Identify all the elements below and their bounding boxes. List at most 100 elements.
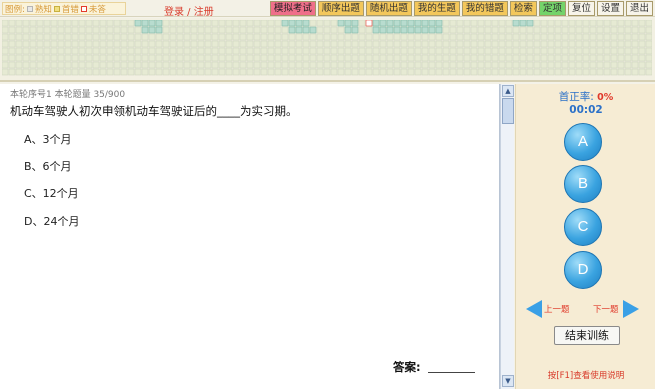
question-cell[interactable] (8, 40, 16, 48)
answer-b-button[interactable]: B (564, 165, 602, 203)
question-cell[interactable] (561, 68, 569, 76)
question-cell[interactable] (43, 61, 51, 69)
question-cell[interactable] (575, 54, 583, 62)
question-cell[interactable] (99, 54, 107, 62)
question-cell[interactable] (505, 40, 513, 48)
question-cell[interactable] (15, 26, 23, 34)
question-cell[interactable] (638, 61, 646, 69)
question-cell[interactable] (484, 61, 492, 69)
question-cell[interactable] (533, 54, 541, 62)
question-cell[interactable] (526, 33, 534, 41)
question-cell[interactable] (253, 40, 261, 48)
question-cell[interactable] (316, 68, 324, 76)
question-cell[interactable] (127, 20, 135, 27)
question-cell[interactable] (351, 68, 359, 76)
question-cell[interactable] (344, 40, 352, 48)
question-cell[interactable] (631, 26, 639, 34)
question-cell[interactable] (449, 26, 457, 34)
question-cell[interactable] (225, 20, 233, 27)
question-cell[interactable] (442, 40, 450, 48)
question-cell[interactable] (519, 54, 527, 62)
question-cell[interactable] (596, 54, 604, 62)
question-cell[interactable] (288, 61, 296, 69)
scroll-up-icon[interactable]: ▲ (502, 85, 514, 97)
question-cell[interactable] (421, 33, 429, 41)
question-cell[interactable] (477, 68, 485, 76)
question-cell[interactable] (631, 33, 639, 41)
question-cell[interactable] (386, 61, 394, 69)
question-cell[interactable] (2, 33, 9, 41)
question-cell[interactable] (624, 33, 632, 41)
question-cell[interactable] (379, 47, 387, 55)
question-cell[interactable] (211, 33, 219, 41)
question-cell[interactable] (407, 68, 415, 76)
question-cell[interactable] (120, 54, 128, 62)
question-cell[interactable] (330, 40, 338, 48)
question-cell[interactable] (204, 40, 212, 48)
question-cell[interactable] (603, 47, 611, 55)
question-cell[interactable] (526, 54, 534, 62)
question-cell[interactable] (29, 40, 37, 48)
question-cell[interactable] (141, 33, 149, 41)
question-cell[interactable] (106, 26, 114, 34)
question-cell[interactable] (50, 26, 58, 34)
question-cell[interactable] (295, 68, 303, 76)
question-cell[interactable] (127, 33, 135, 41)
question-cell[interactable] (316, 33, 324, 41)
question-cell[interactable] (169, 68, 177, 76)
question-cell[interactable] (638, 20, 646, 27)
question-cell[interactable] (316, 47, 324, 55)
question-cell[interactable] (316, 54, 324, 62)
question-cell[interactable] (253, 33, 261, 41)
question-cell[interactable] (421, 54, 429, 62)
question-cell[interactable] (372, 26, 380, 34)
question-cell[interactable] (106, 61, 114, 69)
question-cell[interactable] (71, 47, 79, 55)
question-cell[interactable] (190, 47, 198, 55)
question-cell[interactable] (435, 20, 443, 27)
question-cell[interactable] (218, 54, 226, 62)
question-cell[interactable] (428, 54, 436, 62)
question-cell[interactable] (414, 68, 422, 76)
question-cell[interactable] (225, 54, 233, 62)
question-cell[interactable] (36, 68, 44, 76)
question-cell[interactable] (610, 33, 618, 41)
question-cell[interactable] (183, 68, 191, 76)
question-cell[interactable] (85, 26, 93, 34)
question-cell[interactable] (582, 47, 590, 55)
question-cell[interactable] (274, 40, 282, 48)
question-cell[interactable] (435, 54, 443, 62)
answer-d-button[interactable]: D (564, 251, 602, 289)
question-cell[interactable] (155, 26, 163, 34)
question-cell[interactable] (603, 61, 611, 69)
question-cell[interactable] (400, 26, 408, 34)
question-cell[interactable] (85, 61, 93, 69)
question-cell[interactable] (589, 61, 597, 69)
question-cell[interactable] (617, 68, 625, 76)
question-cell[interactable] (505, 68, 513, 76)
question-cell[interactable] (190, 61, 198, 69)
question-cell[interactable] (463, 61, 471, 69)
question-cell[interactable] (456, 26, 464, 34)
question-cell[interactable] (190, 68, 198, 76)
question-cell[interactable] (358, 61, 366, 69)
question-cell[interactable] (407, 47, 415, 55)
question-cell[interactable] (295, 61, 303, 69)
question-cell[interactable] (561, 40, 569, 48)
question-cell[interactable] (365, 68, 373, 76)
question-cell[interactable] (610, 26, 618, 34)
question-cell[interactable] (183, 47, 191, 55)
question-cell[interactable] (582, 40, 590, 48)
question-cell[interactable] (246, 61, 254, 69)
question-cell[interactable] (78, 26, 86, 34)
question-cell[interactable] (526, 20, 534, 27)
question-cell[interactable] (484, 26, 492, 34)
question-cell[interactable] (484, 68, 492, 76)
question-cell[interactable] (57, 26, 65, 34)
question-cell[interactable] (155, 40, 163, 48)
question-cell[interactable] (547, 61, 555, 69)
question-cell[interactable] (323, 20, 331, 27)
question-cell[interactable] (379, 61, 387, 69)
question-cell[interactable] (197, 26, 205, 34)
question-cell[interactable] (50, 54, 58, 62)
